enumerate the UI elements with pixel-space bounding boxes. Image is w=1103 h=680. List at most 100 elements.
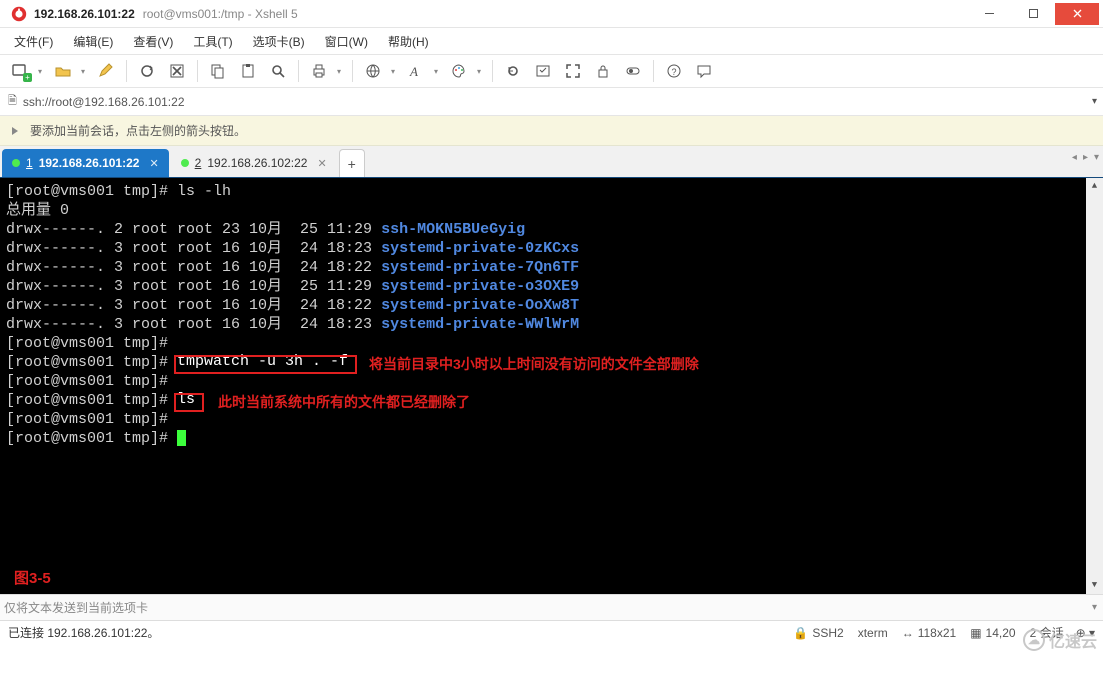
menu-file[interactable]: 文件(F) [8, 31, 59, 52]
status-dot-icon [181, 159, 189, 167]
status-dot-icon [12, 159, 20, 167]
ls-row: drwx------. 3 root root 16 10月 24 18:22 … [6, 296, 1097, 315]
title-ip: 192.168.26.101:22 [34, 7, 135, 21]
retry-icon[interactable] [499, 58, 527, 84]
term-line: [root@vms001 tmp]# ls [6, 391, 1097, 410]
status-bar: 已连接 192.168.26.101:22。 🔒SSH2 xterm ↔118x… [0, 620, 1103, 644]
address-url: ssh://root@192.168.26.101:22 [23, 95, 185, 109]
tabs-menu-icon[interactable]: ▾ [1094, 152, 1099, 163]
annotation-ls: 此时当前系统中所有的文件都已经删除了 [218, 393, 470, 412]
status-size: ↔118x21 [902, 626, 956, 640]
cursor [177, 430, 186, 446]
maximize-button[interactable] [1011, 3, 1055, 25]
tab-label: 192.168.26.101:22 [39, 156, 140, 170]
address-dropdown-icon[interactable]: ▾ [1092, 96, 1097, 107]
sendbar-dropdown-icon[interactable]: ▾ [1092, 602, 1097, 613]
menu-help[interactable]: 帮助(H) [382, 31, 435, 52]
menubar: 文件(F) 编辑(E) 查看(V) 工具(T) 选项卡(B) 窗口(W) 帮助(… [0, 28, 1103, 54]
tab-session-2[interactable]: 2 192.168.26.102:22 ✕ [171, 149, 337, 177]
quick-icon[interactable] [529, 58, 557, 84]
annotation-tmpwatch: 将当前目录中3小时以上时间没有访问的文件全部删除 [369, 355, 699, 374]
lock-icon[interactable] [589, 58, 617, 84]
menu-tab[interactable]: 选项卡(B) [247, 31, 311, 52]
scroll-down-icon[interactable]: ▼ [1086, 577, 1103, 594]
grid-icon: ▦ [970, 626, 981, 640]
menu-edit[interactable]: 编辑(E) [67, 31, 119, 52]
dropdown-icon[interactable]: ▾ [389, 67, 397, 76]
toggle-icon[interactable] [619, 58, 647, 84]
menu-window[interactable]: 窗口(W) [319, 31, 374, 52]
status-connection: 已连接 192.168.26.101:22。 [8, 624, 779, 641]
add-tab-button[interactable]: + [339, 149, 365, 177]
watermark: ☁ 亿速云 [1023, 628, 1097, 652]
term-line: [root@vms001 tmp]# ls -lh [6, 182, 1097, 201]
menu-tools[interactable]: 工具(T) [187, 31, 238, 52]
app-logo [10, 5, 28, 23]
print-icon[interactable] [305, 58, 333, 84]
reconnect-icon[interactable] [133, 58, 161, 84]
status-position: ▦14,20 [970, 626, 1015, 640]
term-prompt: [root@vms001 tmp]# [6, 334, 1097, 353]
highlight-box [174, 393, 204, 412]
status-protocol: 🔒SSH2 [793, 626, 843, 640]
address-bar[interactable]: 🗎 ssh://root@192.168.26.101:22 ▾ [0, 88, 1103, 116]
tab-number: 1 [26, 156, 33, 170]
dropdown-icon[interactable]: ▾ [432, 67, 440, 76]
dropdown-icon[interactable]: ▾ [79, 67, 87, 76]
menu-view[interactable]: 查看(V) [127, 31, 179, 52]
cloud-icon: ☁ [1023, 629, 1045, 651]
globe-icon[interactable] [359, 58, 387, 84]
dropdown-icon[interactable]: ▾ [335, 67, 343, 76]
hint-bar: 要添加当前会话，点击左侧的箭头按钮。 [0, 116, 1103, 146]
ls-row: drwx------. 3 root root 16 10月 24 18:22 … [6, 258, 1097, 277]
hint-text: 要添加当前会话，点击左侧的箭头按钮。 [30, 122, 246, 139]
paste-icon[interactable] [234, 58, 262, 84]
svg-text:?: ? [672, 67, 677, 77]
disconnect-icon[interactable] [163, 58, 191, 84]
svg-text:A: A [409, 64, 418, 79]
tab-number: 2 [195, 156, 202, 170]
term-prompt: [root@vms001 tmp]# [6, 429, 1097, 448]
close-button[interactable] [1055, 3, 1099, 25]
tab-bar: 1 192.168.26.101:22 ✕ 2 192.168.26.102:2… [0, 146, 1103, 178]
ls-row: drwx------. 3 root root 16 10月 24 18:23 … [6, 315, 1097, 334]
open-icon[interactable] [49, 58, 77, 84]
tab-session-1[interactable]: 1 192.168.26.101:22 ✕ [2, 149, 169, 177]
palette-icon[interactable] [445, 58, 473, 84]
scroll-track[interactable] [1086, 195, 1103, 577]
title-sub: root@vms001:/tmp - Xshell 5 [143, 7, 298, 21]
ls-row: drwx------. 3 root root 16 10月 24 18:23 … [6, 239, 1097, 258]
figure-label: 图3-5 [14, 569, 51, 588]
speech-icon[interactable] [690, 58, 718, 84]
tab-close-icon[interactable]: ✕ [317, 157, 326, 170]
tab-close-icon[interactable]: ✕ [149, 157, 158, 170]
send-placeholder: 仅将文本发送到当前选项卡 [4, 599, 148, 616]
ls-row: drwx------. 3 root root 16 10月 25 11:29 … [6, 277, 1097, 296]
search-icon[interactable] [264, 58, 292, 84]
terminal[interactable]: [root@vms001 tmp]# ls -lh 总用量 0 drwx----… [0, 178, 1103, 594]
status-termtype: xterm [858, 626, 888, 640]
dropdown-icon[interactable]: ▾ [36, 67, 44, 76]
copy-icon[interactable] [204, 58, 232, 84]
send-textbar[interactable]: 仅将文本发送到当前选项卡 ▾ [0, 594, 1103, 620]
tabs-prev-icon[interactable]: ◂ [1072, 152, 1077, 163]
font-style-icon[interactable]: A [402, 58, 430, 84]
term-line: 总用量 0 [6, 201, 1097, 220]
ls-row: drwx------. 2 root root 23 10月 25 11:29 … [6, 220, 1097, 239]
lock-small-icon: 🔒 [793, 626, 808, 640]
arrow-add-icon[interactable] [8, 123, 24, 139]
tab-label: 192.168.26.102:22 [207, 156, 307, 170]
terminal-scrollbar[interactable]: ▲ ▼ [1086, 178, 1103, 594]
term-prompt: [root@vms001 tmp]# [6, 372, 1097, 391]
lock-small-icon: 🗎 [8, 92, 17, 111]
minimize-button[interactable] [967, 3, 1011, 25]
titlebar: 192.168.26.101:22 root@vms001:/tmp - Xsh… [0, 0, 1103, 28]
dropdown-icon[interactable]: ▾ [475, 67, 483, 76]
help-icon[interactable]: ? [660, 58, 688, 84]
fullscreen-icon[interactable] [559, 58, 587, 84]
resize-icon: ↔ [902, 626, 914, 640]
scroll-up-icon[interactable]: ▲ [1086, 178, 1103, 195]
edit-icon[interactable] [92, 58, 120, 84]
tabs-next-icon[interactable]: ▸ [1083, 152, 1088, 163]
highlight-box [174, 355, 357, 374]
